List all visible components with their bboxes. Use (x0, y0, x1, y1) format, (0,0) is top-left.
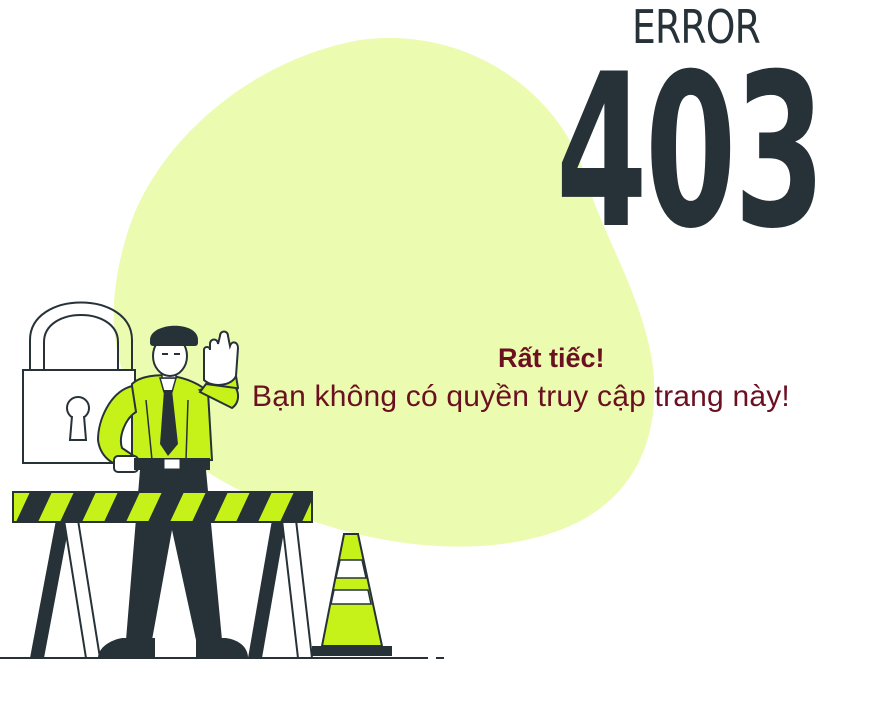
road-barrier-legs (30, 519, 314, 659)
road-barrier (12, 491, 313, 523)
traffic-cone (312, 533, 392, 656)
security-guard (96, 325, 240, 473)
illustration (0, 301, 444, 659)
error-title: Rất tiếc! (498, 343, 605, 373)
error-403-page: ERROR 403 Rất tiếc! Bạn không có quyền t… (0, 0, 889, 712)
error-message: Bạn không có quyền truy cập trang này! (252, 380, 790, 413)
